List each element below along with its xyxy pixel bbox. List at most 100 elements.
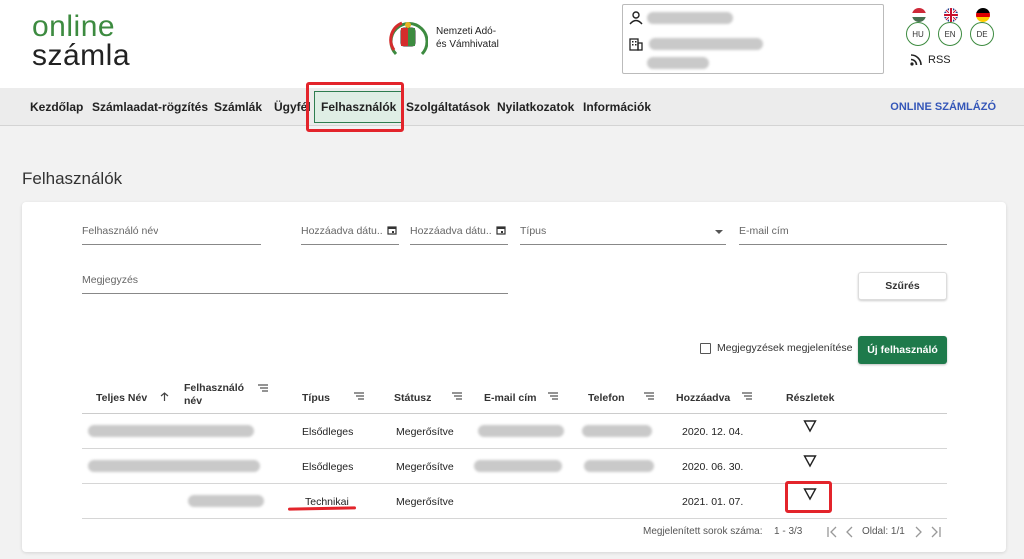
lang-en[interactable]: EN: [938, 8, 964, 46]
building-icon: [629, 38, 643, 51]
email-placeholder: E-mail cím: [739, 225, 789, 237]
added-from-placeholder: Hozzáadva dátu...: [301, 225, 383, 237]
page-title: Felhasználók: [22, 169, 123, 188]
rss-link[interactable]: RSS: [910, 54, 951, 66]
email-filter-input[interactable]: E-mail cím: [739, 219, 947, 245]
rss-label: RSS: [928, 54, 951, 66]
calendar-icon[interactable]: [387, 225, 397, 235]
col-details: Részletek: [786, 378, 856, 414]
main-nav: Kezdőlap Számlaadat-rögzítés Számlák Ügy…: [0, 88, 1024, 126]
expand-details-icon[interactable]: [803, 454, 817, 468]
nav-item-szamlaadat[interactable]: Számlaadat-rögzítés: [92, 88, 208, 126]
details-highlight-annotation: [785, 481, 832, 513]
column-menu-icon[interactable]: [742, 392, 752, 400]
col-details-label: Részletek: [786, 392, 835, 404]
col-status-label: Státusz: [394, 392, 432, 404]
col-full-name[interactable]: Teljes Név: [96, 378, 176, 414]
redacted-user-name: [647, 12, 733, 24]
note-filter-input[interactable]: Megjegyzés: [82, 268, 508, 294]
nav-item-szolgaltatasok[interactable]: Szolgáltatások: [406, 88, 490, 126]
row-status: Megerősítve: [396, 426, 454, 438]
table-row[interactable]: Elsődleges Megerősítve 2020. 06. 30.: [82, 449, 947, 484]
online-szamlazo-link[interactable]: ONLINE SZÁMLÁZÓ: [890, 88, 996, 126]
col-status[interactable]: Státusz: [394, 378, 474, 414]
new-user-button[interactable]: Új felhasználó: [858, 336, 947, 364]
row-status: Megerősítve: [396, 461, 454, 473]
expand-details-icon[interactable]: [803, 419, 817, 433]
added-to-placeholder: Hozzáadva dátu...: [410, 225, 492, 237]
lang-code-hu: HU: [906, 22, 930, 46]
nav-item-szamlak[interactable]: Számlák: [214, 88, 262, 126]
column-menu-icon[interactable]: [452, 392, 462, 400]
nav-item-nyilatkozatok[interactable]: Nyilatkozatok: [497, 88, 574, 126]
added-from-date-input[interactable]: Hozzáadva dátu...: [301, 219, 399, 245]
rows-shown-label: Megjelenített sorok száma:: [643, 526, 763, 537]
last-page-icon[interactable]: [930, 526, 942, 538]
col-added[interactable]: Hozzáadva: [676, 378, 766, 414]
agency-line2: és Vámhivatal: [436, 39, 499, 50]
first-page-icon[interactable]: [826, 526, 838, 538]
col-phone-label: Telefon: [588, 392, 625, 404]
row-added: 2020. 12. 04.: [682, 426, 744, 438]
agency-line1: Nemzeti Adó-: [436, 26, 497, 37]
rss-icon: [910, 54, 922, 66]
col-username[interactable]: Felhasználó név: [184, 378, 274, 414]
row-status: Megerősítve: [396, 496, 454, 508]
redacted-full-name: [88, 425, 254, 437]
nav-item-informaciok[interactable]: Információk: [583, 88, 651, 126]
filter-button[interactable]: Szűrés: [858, 272, 947, 300]
col-phone[interactable]: Telefon: [588, 378, 668, 414]
note-placeholder: Megjegyzés: [82, 274, 139, 286]
uk-flag-icon: [944, 8, 958, 22]
redacted-full-name: [88, 460, 260, 472]
sort-up-arrow-icon[interactable]: [160, 392, 169, 402]
user-info-box: [622, 4, 884, 74]
col-email[interactable]: E-mail cím: [484, 378, 574, 414]
show-notes-toggle[interactable]: Megjegyzések megjelenítése: [700, 342, 852, 354]
redacted-company-id: [647, 57, 709, 69]
hu-flag-icon: [912, 8, 926, 22]
redacted-phone: [582, 425, 652, 437]
row-type: Elsődleges: [302, 461, 354, 473]
column-menu-icon[interactable]: [548, 392, 558, 400]
nav-highlight-annotation: [306, 82, 404, 132]
column-menu-icon[interactable]: [258, 384, 268, 392]
username-placeholder: Felhasználó név: [82, 225, 159, 237]
col-added-label: Hozzáadva: [676, 392, 731, 404]
show-notes-label: Megjegyzések megjelenítése: [717, 342, 853, 354]
column-menu-icon[interactable]: [354, 392, 364, 400]
type-placeholder: Típus: [520, 225, 547, 237]
row-type: Elsődleges: [302, 426, 354, 438]
person-icon: [629, 11, 643, 25]
table-header: Teljes Név Felhasználó név Típus Státusz …: [82, 378, 947, 414]
logo-line2: számla: [32, 39, 131, 72]
calendar-icon[interactable]: [496, 225, 506, 235]
row-added: 2021. 01. 07.: [682, 496, 744, 508]
lang-hu[interactable]: HU: [906, 8, 932, 46]
redacted-company-name: [649, 38, 763, 50]
agency-emblem: Nemzeti Adó- és Vámhivatal: [388, 14, 518, 64]
online-szamla-logo[interactable]: online számla: [32, 10, 162, 72]
dropdown-arrow-icon: [715, 230, 723, 234]
lang-de[interactable]: DE: [970, 8, 996, 46]
show-notes-checkbox[interactable]: [700, 342, 711, 354]
username-filter-input[interactable]: Felhasználó név: [82, 219, 261, 245]
header: online számla Nemzeti Adó- és Vámhivatal: [0, 0, 1024, 88]
lang-code-en: EN: [938, 22, 962, 46]
redacted-email: [474, 460, 562, 472]
next-page-icon[interactable]: [912, 526, 924, 538]
coat-of-arms-icon: [389, 21, 428, 56]
col-full-name-label: Teljes Név: [96, 392, 148, 404]
type-select[interactable]: Típus: [520, 219, 726, 245]
added-to-date-input[interactable]: Hozzáadva dátu...: [410, 219, 508, 245]
table-pagination: Megjelenített sorok száma: 1 - 3/3 Oldal…: [82, 522, 947, 544]
nav-item-kezdolap[interactable]: Kezdőlap: [30, 88, 83, 126]
col-username-label: Felhasználó név: [184, 382, 245, 407]
table-row[interactable]: Elsődleges Megerősítve 2020. 12. 04.: [82, 414, 947, 449]
column-menu-icon[interactable]: [644, 392, 654, 400]
col-type[interactable]: Típus: [302, 378, 382, 414]
redacted-email: [478, 425, 564, 437]
de-flag-icon: [976, 8, 990, 22]
prev-page-icon[interactable]: [844, 526, 856, 538]
rows-range: 1 - 3/3: [774, 526, 803, 537]
